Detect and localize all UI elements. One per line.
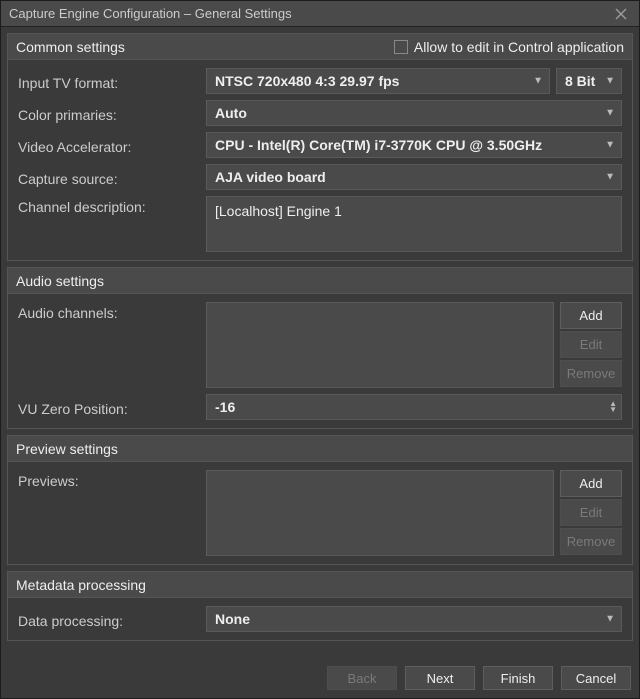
chevron-down-icon: ▼ <box>605 614 615 625</box>
back-label: Back <box>348 671 377 686</box>
data-processing-row: Data processing: None ▼ <box>18 606 622 632</box>
close-button[interactable] <box>611 4 631 24</box>
content-area: Common settings Allow to edit in Control… <box>1 27 639 660</box>
color-primaries-row: Color primaries: Auto ▼ <box>18 100 622 126</box>
audio-channels-label: Audio channels: <box>18 302 198 321</box>
video-accelerator-select[interactable]: CPU - Intel(R) Core(TM) i7-3770K CPU @ 3… <box>206 132 622 158</box>
metadata-header: Metadata processing <box>8 572 632 598</box>
data-processing-select[interactable]: None ▼ <box>206 606 622 632</box>
input-tv-format-select[interactable]: NTSC 720x480 4:3 29.97 fps ▼ <box>206 68 550 94</box>
cancel-button[interactable]: Cancel <box>561 666 631 690</box>
bit-depth-value: 8 Bit <box>565 73 595 89</box>
previews-row: Previews: Add Edit Remove <box>18 470 622 556</box>
audio-channels-list[interactable] <box>206 302 554 388</box>
previews-label: Previews: <box>18 470 198 489</box>
capture-source-row: Capture source: AJA video board ▼ <box>18 164 622 190</box>
audio-channels-buttons: Add Edit Remove <box>560 302 622 388</box>
color-primaries-label: Color primaries: <box>18 104 198 123</box>
bit-depth-select[interactable]: 8 Bit ▼ <box>556 68 622 94</box>
preview-settings-title: Preview settings <box>16 441 624 457</box>
metadata-title: Metadata processing <box>16 577 624 593</box>
common-settings-body: Input TV format: NTSC 720x480 4:3 29.97 … <box>8 60 632 260</box>
input-tv-format-value: NTSC 720x480 4:3 29.97 fps <box>215 73 399 89</box>
previews-list[interactable] <box>206 470 554 556</box>
vu-zero-label: VU Zero Position: <box>18 398 198 417</box>
video-accelerator-row: Video Accelerator: CPU - Intel(R) Core(T… <box>18 132 622 158</box>
audio-add-button[interactable]: Add <box>560 302 622 329</box>
previews-buttons: Add Edit Remove <box>560 470 622 556</box>
vu-zero-row: VU Zero Position: -16 ▲▼ <box>18 394 622 420</box>
audio-settings-header: Audio settings <box>8 268 632 294</box>
finish-label: Finish <box>501 671 536 686</box>
wizard-footer: Back Next Finish Cancel <box>1 660 639 698</box>
metadata-body: Data processing: None ▼ <box>8 598 632 640</box>
audio-settings-body: Audio channels: Add Edit Remove VU Zero … <box>8 294 632 428</box>
channel-description-value: [Localhost] Engine 1 <box>215 203 342 219</box>
audio-remove-label: Remove <box>567 366 615 381</box>
chevron-down-icon: ▼ <box>605 76 615 87</box>
audio-settings-group: Audio settings Audio channels: Add Edit … <box>7 267 633 429</box>
input-tv-format-row: Input TV format: NTSC 720x480 4:3 29.97 … <box>18 68 622 94</box>
preview-settings-group: Preview settings Previews: Add Edit Remo… <box>7 435 633 565</box>
preview-edit-label: Edit <box>580 505 602 520</box>
capture-source-value: AJA video board <box>215 169 326 185</box>
common-settings-title: Common settings <box>16 39 394 55</box>
config-window: Capture Engine Configuration – General S… <box>0 0 640 699</box>
titlebar: Capture Engine Configuration – General S… <box>1 1 639 27</box>
channel-description-input[interactable]: [Localhost] Engine 1 <box>206 196 622 252</box>
common-settings-header: Common settings Allow to edit in Control… <box>8 34 632 60</box>
common-settings-group: Common settings Allow to edit in Control… <box>7 33 633 261</box>
preview-remove-button[interactable]: Remove <box>560 528 622 555</box>
preview-remove-label: Remove <box>567 534 615 549</box>
next-label: Next <box>427 671 454 686</box>
audio-channels-row: Audio channels: Add Edit Remove <box>18 302 622 388</box>
audio-settings-title: Audio settings <box>16 273 624 289</box>
preview-settings-header: Preview settings <box>8 436 632 462</box>
audio-add-label: Add <box>579 308 602 323</box>
back-button[interactable]: Back <box>327 666 397 690</box>
chevron-down-icon: ▼ <box>533 76 543 87</box>
finish-button[interactable]: Finish <box>483 666 553 690</box>
preview-settings-body: Previews: Add Edit Remove <box>8 462 632 564</box>
window-title: Capture Engine Configuration – General S… <box>9 6 611 21</box>
channel-description-row: Channel description: [Localhost] Engine … <box>18 196 622 252</box>
color-primaries-select[interactable]: Auto ▼ <box>206 100 622 126</box>
allow-edit-checkbox[interactable]: Allow to edit in Control application <box>394 39 624 55</box>
cancel-label: Cancel <box>576 671 616 686</box>
audio-edit-button[interactable]: Edit <box>560 331 622 358</box>
channel-description-label: Channel description: <box>18 196 198 215</box>
next-button[interactable]: Next <box>405 666 475 690</box>
audio-edit-label: Edit <box>580 337 602 352</box>
color-primaries-value: Auto <box>215 105 247 121</box>
preview-add-label: Add <box>579 476 602 491</box>
allow-edit-label: Allow to edit in Control application <box>414 39 624 55</box>
chevron-down-icon: ▼ <box>605 172 615 183</box>
video-accelerator-label: Video Accelerator: <box>18 136 198 155</box>
preview-edit-button[interactable]: Edit <box>560 499 622 526</box>
metadata-group: Metadata processing Data processing: Non… <box>7 571 633 641</box>
audio-remove-button[interactable]: Remove <box>560 360 622 387</box>
video-accelerator-value: CPU - Intel(R) Core(TM) i7-3770K CPU @ 3… <box>215 137 542 153</box>
data-processing-value: None <box>215 611 250 627</box>
vu-zero-value: -16 <box>215 399 235 415</box>
preview-add-button[interactable]: Add <box>560 470 622 497</box>
capture-source-label: Capture source: <box>18 168 198 187</box>
input-tv-format-label: Input TV format: <box>18 72 198 91</box>
capture-source-select[interactable]: AJA video board ▼ <box>206 164 622 190</box>
chevron-down-icon: ▼ <box>605 140 615 151</box>
checkbox-icon <box>394 40 408 54</box>
spinner-arrows-icon: ▲▼ <box>609 401 617 413</box>
data-processing-label: Data processing: <box>18 610 198 629</box>
close-icon <box>615 8 627 20</box>
vu-zero-input[interactable]: -16 ▲▼ <box>206 394 622 420</box>
chevron-down-icon: ▼ <box>605 108 615 119</box>
